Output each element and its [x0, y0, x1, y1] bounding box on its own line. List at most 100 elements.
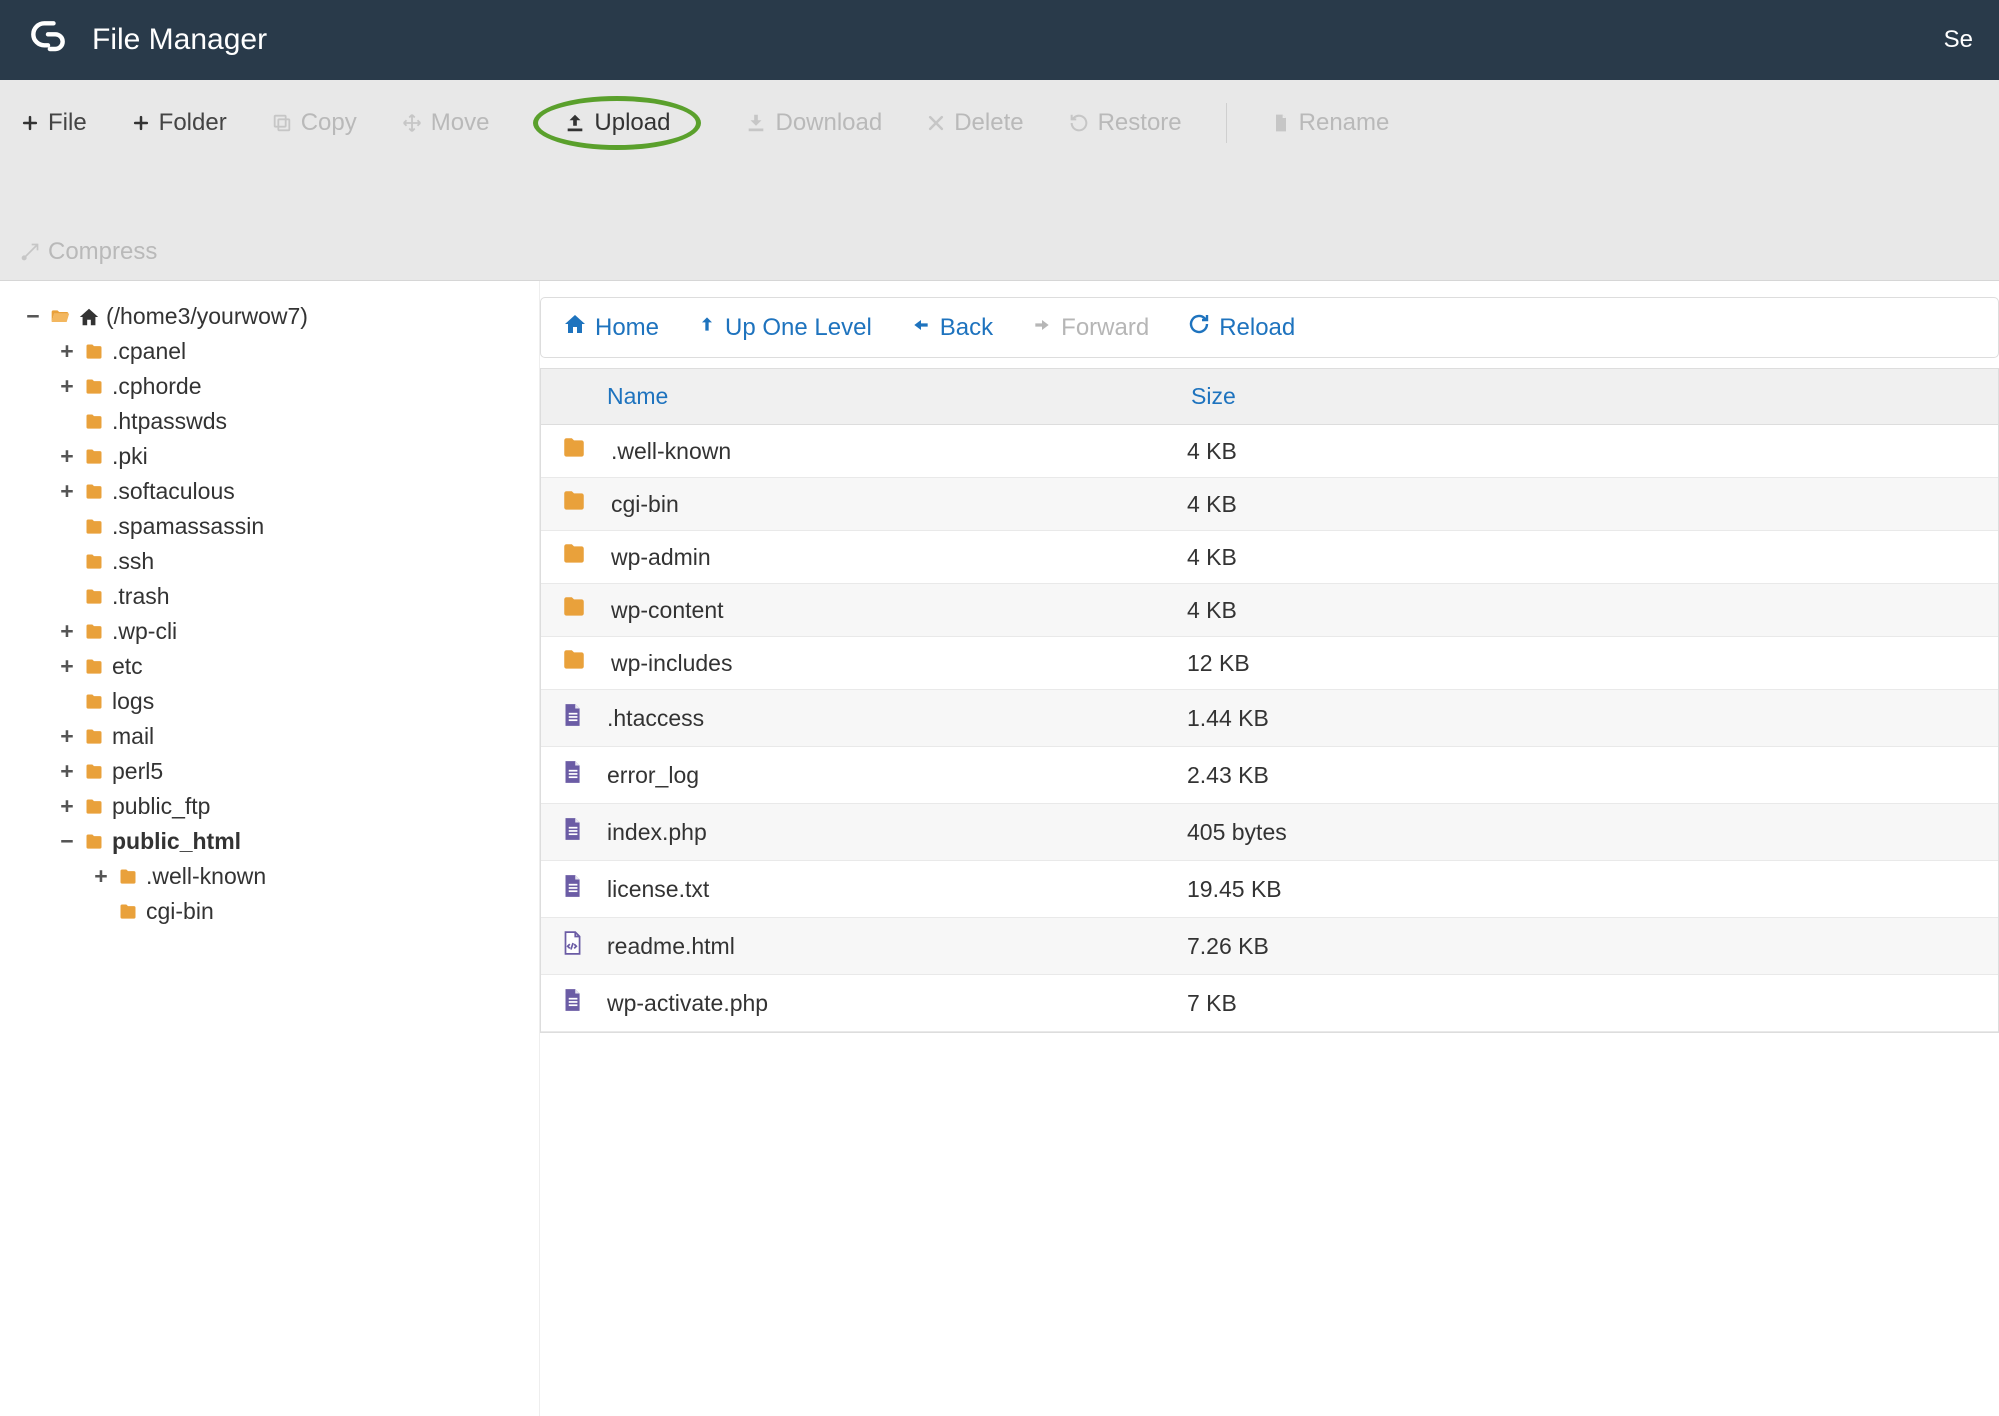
download-icon — [745, 112, 767, 134]
toggle-icon[interactable]: + — [92, 863, 110, 890]
copy-button-label: Copy — [301, 109, 357, 137]
folder-icon — [116, 867, 140, 887]
tree-item[interactable]: +etc — [18, 649, 521, 684]
tree-item-label: .htpasswds — [112, 408, 227, 435]
nav-home-label: Home — [595, 314, 659, 342]
restore-icon — [1068, 112, 1090, 134]
content-area: − (/home3/yourwow7) +.cpanel+.cphorde .ht… — [0, 281, 1999, 1416]
download-button-label: Download — [775, 109, 882, 137]
tree-item[interactable]: logs — [18, 684, 521, 719]
download-button[interactable]: Download — [745, 109, 882, 137]
nav-up[interactable]: Up One Level — [697, 313, 872, 342]
folder-button[interactable]: Folder — [131, 109, 227, 137]
collapse-icon[interactable]: − — [24, 303, 42, 330]
app-title: File Manager — [92, 23, 267, 57]
file-size: 7 KB — [1187, 990, 1984, 1017]
tree-item[interactable]: .spamassassin — [18, 509, 521, 544]
nav-forward[interactable]: Forward — [1031, 314, 1149, 342]
tree-item[interactable]: +.wp-cli — [18, 614, 521, 649]
arrow-left-icon — [910, 314, 932, 342]
file-name: .well-known — [611, 438, 731, 465]
table-row[interactable]: error_log2.43 KB — [541, 747, 1998, 804]
tree-item[interactable]: +public_ftp — [18, 789, 521, 824]
upload-icon — [564, 112, 586, 134]
tree-item-label: public_html — [112, 828, 241, 855]
tree-item[interactable]: +.softaculous — [18, 474, 521, 509]
file-name: wp-content — [611, 597, 724, 624]
tree-item[interactable]: +mail — [18, 719, 521, 754]
tree-item-label: .well-known — [146, 863, 266, 890]
file-name: wp-admin — [611, 544, 711, 571]
toggle-icon[interactable]: + — [58, 338, 76, 365]
folder-icon — [82, 657, 106, 677]
copy-button[interactable]: Copy — [271, 109, 357, 137]
tree-item[interactable]: cgi-bin — [18, 894, 521, 929]
tree-root[interactable]: − (/home3/yourwow7) — [18, 299, 521, 334]
upload-button-label: Upload — [594, 109, 670, 137]
table-row[interactable]: wp-content4 KB — [541, 584, 1998, 637]
nav-home[interactable]: Home — [563, 312, 659, 343]
file-name: .htaccess — [607, 705, 704, 732]
toggle-icon[interactable]: − — [58, 828, 76, 855]
toggle-icon[interactable]: + — [58, 723, 76, 750]
tree-item[interactable]: + .well-known — [18, 859, 521, 894]
folder-icon — [82, 342, 106, 362]
html-file-icon — [559, 928, 585, 964]
upload-button[interactable]: Upload — [533, 96, 701, 150]
tree-item[interactable]: +.cpanel — [18, 334, 521, 369]
tree-item[interactable]: .htpasswds — [18, 404, 521, 439]
move-icon — [401, 112, 423, 134]
file-icon — [559, 814, 585, 850]
column-header-size[interactable]: Size — [1173, 369, 1998, 424]
compress-button-label: Compress — [48, 238, 157, 266]
toggle-icon[interactable]: + — [58, 478, 76, 505]
delete-button[interactable]: Delete — [926, 109, 1023, 137]
folder-icon — [82, 762, 106, 782]
tree-item[interactable]: − public_html — [18, 824, 521, 859]
tree-item[interactable]: + perl5 — [18, 754, 521, 789]
folder-open-icon — [48, 307, 72, 327]
column-header-name[interactable]: Name — [541, 369, 1173, 424]
nav-reload[interactable]: Reload — [1187, 312, 1295, 343]
toggle-icon[interactable]: + — [58, 793, 76, 820]
tree-item[interactable]: +.pki — [18, 439, 521, 474]
file-button[interactable]: File — [20, 109, 87, 137]
rename-button[interactable]: Rename — [1271, 109, 1390, 137]
plus-icon — [131, 113, 151, 133]
folder-icon — [559, 647, 589, 679]
tree-item-label: perl5 — [112, 758, 163, 785]
toggle-icon[interactable]: + — [58, 618, 76, 645]
toggle-icon[interactable]: + — [58, 443, 76, 470]
file-name: wp-includes — [611, 650, 732, 677]
tree-item[interactable]: .trash — [18, 579, 521, 614]
main-toolbar: File Folder Copy Move Upload Download De… — [0, 80, 1999, 281]
table-row[interactable]: wp-admin4 KB — [541, 531, 1998, 584]
tree-item[interactable]: +.cphorde — [18, 369, 521, 404]
file-size: 7.26 KB — [1187, 933, 1984, 960]
file-size: 4 KB — [1187, 438, 1984, 465]
table-row[interactable]: wp-activate.php7 KB — [541, 975, 1998, 1032]
home-icon — [563, 312, 587, 343]
file-name: readme.html — [607, 933, 735, 960]
compress-button[interactable]: Compress — [20, 238, 157, 266]
table-row[interactable]: .well-known 4 KB — [541, 425, 1998, 478]
table-row[interactable]: .htaccess1.44 KB — [541, 690, 1998, 747]
restore-button[interactable]: Restore — [1068, 109, 1182, 137]
table-row[interactable]: wp-includes12 KB — [541, 637, 1998, 690]
home-icon — [78, 306, 100, 328]
table-row[interactable]: license.txt19.45 KB — [541, 861, 1998, 918]
folder-icon — [82, 832, 106, 852]
toggle-icon[interactable]: + — [58, 653, 76, 680]
toggle-icon[interactable]: + — [58, 758, 76, 785]
toggle-icon[interactable]: + — [58, 373, 76, 400]
tree-item[interactable]: .ssh — [18, 544, 521, 579]
tree-item-label: logs — [112, 688, 154, 715]
nav-back[interactable]: Back — [910, 314, 993, 342]
table-row[interactable]: index.php405 bytes — [541, 804, 1998, 861]
app-header: File Manager Se — [0, 0, 1999, 80]
table-row[interactable]: cgi-bin4 KB — [541, 478, 1998, 531]
rename-icon — [1271, 112, 1291, 134]
main-panel: Home Up One Level Back Forward Reload Na… — [540, 281, 1999, 1416]
move-button[interactable]: Move — [401, 109, 490, 137]
table-row[interactable]: readme.html 7.26 KB — [541, 918, 1998, 975]
